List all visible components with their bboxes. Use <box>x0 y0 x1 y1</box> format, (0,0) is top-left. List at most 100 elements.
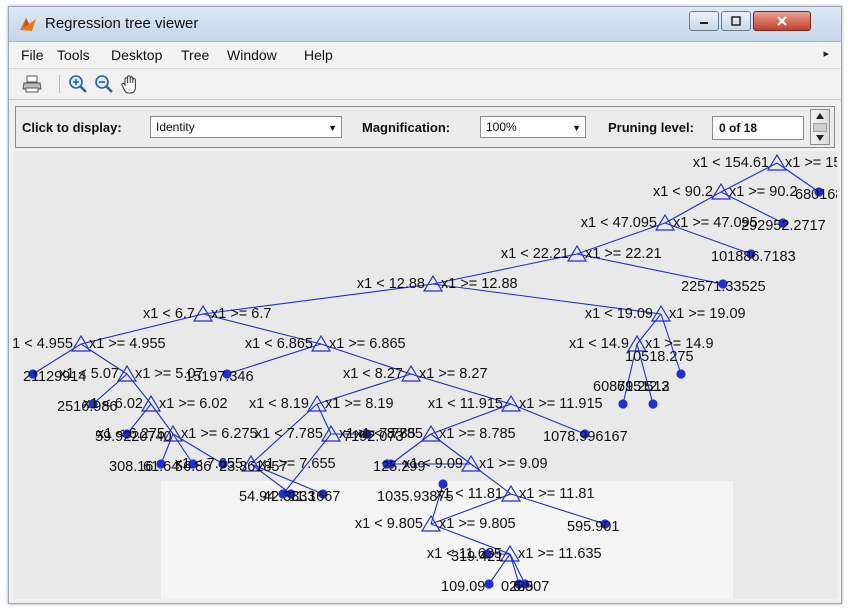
menu-tree[interactable]: Tree <box>181 47 209 63</box>
display-label: Click to display: <box>22 120 122 135</box>
matlab-app-icon <box>20 18 36 31</box>
split-left-label: x1 < 11.915 <box>428 396 503 412</box>
menu-desktop[interactable]: Desktop <box>111 47 162 63</box>
leaf-value-label: 21129914 <box>23 369 86 385</box>
menu-tools[interactable]: Tools <box>57 47 90 63</box>
split-right-label: x1 >= 9.805 <box>439 516 516 532</box>
display-select-value: Identity <box>156 120 195 134</box>
leaf-value-label: 101886.7183 <box>711 249 796 265</box>
pruning-level-value: 0 of 18 <box>719 121 758 135</box>
minimize-button[interactable] <box>689 11 719 31</box>
menu-window[interactable]: Window <box>227 47 277 63</box>
split-left-label: x1 < 6.865 <box>245 336 313 352</box>
pruning-level-field[interactable]: 0 of 18 <box>712 116 804 140</box>
menu-help[interactable]: Help <box>304 47 333 63</box>
close-icon <box>777 16 787 26</box>
leaf-value-label: 1078.996167 <box>543 429 628 445</box>
split-left-label: x1 < 19.09 <box>585 306 653 322</box>
split-right-label: x1 >= 8.27 <box>419 366 488 382</box>
split-right-label: x1 >= 6.865 <box>329 336 406 352</box>
window-title: Regression tree viewer <box>45 15 199 32</box>
leaf-value-label: 61512.2 <box>617 379 669 395</box>
split-right-label: x1 >= 9.09 <box>479 456 548 472</box>
leaf-value-label: 11.1667 <box>289 489 340 505</box>
leaf-value-label: 595.901 <box>567 519 619 535</box>
split-right-label: x1 >= 6.02 <box>159 396 228 412</box>
split-right-label: x1 >= 8.19 <box>325 396 394 412</box>
pan-hand-icon[interactable] <box>119 73 141 95</box>
maximize-icon <box>731 16 741 26</box>
zoom-out-icon[interactable] <box>93 73 115 95</box>
split-left-label: x1 < 90.2 <box>653 184 713 200</box>
spinner-down-arrow-icon[interactable] <box>811 132 829 144</box>
pruning-level-spinner[interactable] <box>810 109 830 145</box>
spinner-thumb[interactable] <box>813 123 827 132</box>
split-right-label: x1 >= 22.21 <box>585 246 662 262</box>
menu-overflow-arrow-icon[interactable]: ▸ <box>823 47 829 60</box>
zoom-in-icon[interactable] <box>67 73 89 95</box>
tree-canvas[interactable]: x1 < 154.61 x1 >= 154.61 x1 < 90.2 x1 >= 90… <box>13 151 837 599</box>
leaf-value-label: 22571.33525 <box>681 279 766 295</box>
split-right-label: x1 >= 6.7 <box>211 306 271 322</box>
split-right-label: x1 >= 19.09 <box>669 306 746 322</box>
leaf-value-label: 319.421 <box>451 549 503 565</box>
chevron-down-icon: ▼ <box>572 123 581 133</box>
split-left-label: x1 < 8.19 <box>249 396 309 412</box>
toolbar-separator <box>59 75 60 93</box>
split-left-label: x1 < 8.27 <box>343 366 403 382</box>
regression-tree-viewer-window: Regression tree viewer File Tools Deskto… <box>8 6 842 604</box>
split-left-label: x1 < 154.61 <box>693 155 769 171</box>
maximize-button[interactable] <box>721 11 751 31</box>
minimize-icon <box>700 22 708 24</box>
leaf-value-label: 59.9220740 <box>95 429 172 445</box>
display-control-panel: Click to display: Identity ▼ Magnificati… <box>15 106 835 148</box>
split-right-label: x1 >= 12.88 <box>441 276 518 292</box>
magnification-label: Magnification: <box>362 120 451 135</box>
pruning-level-label: Pruning level: <box>608 120 694 135</box>
leaf-node-dot[interactable] <box>676 369 686 379</box>
split-left-label: x1 < 12.88 <box>357 276 425 292</box>
split-left-label: x1 < 9.805 <box>355 516 423 532</box>
leaf-value-label: 125.299 <box>373 459 425 475</box>
leaf-value-label: 10518.275 <box>625 349 694 365</box>
leaf-value-label: 7192.073 <box>343 429 403 445</box>
leaf-node-dot[interactable] <box>648 399 658 409</box>
tree-diagram[interactable]: x1 < 154.61 x1 >= 154.61 x1 < 90.2 x1 >= 90… <box>13 151 837 599</box>
chevron-down-icon: ▼ <box>328 123 337 133</box>
split-right-label: x1 >= 11.635 <box>518 546 602 562</box>
magnification-select[interactable]: 100% ▼ <box>480 116 586 138</box>
leaf-value-label: 15197.346 <box>185 369 254 385</box>
leaf-value-label: 1035.93875 <box>377 489 454 505</box>
print-icon[interactable] <box>21 73 43 95</box>
display-select[interactable]: Identity ▼ <box>150 116 342 138</box>
leaf-value-label: 2516.986 <box>57 399 117 415</box>
menu-file[interactable]: File <box>21 47 44 63</box>
split-right-label: x1 >= 6.275 <box>181 426 258 442</box>
split-left-label: x1 < 6.7 <box>143 306 195 322</box>
leaf-value-label: 109.09 <box>441 579 485 595</box>
split-right-label: x1 >= 90.2 <box>729 184 798 200</box>
split-right-label: x1 >= 11.81 <box>519 486 595 502</box>
leaf-value-label: 56.86 <box>175 459 211 475</box>
split-left-label: x1 < 22.21 <box>501 246 569 262</box>
split-right-label: x1 >= 4.955 <box>89 336 166 352</box>
toolbar <box>9 69 841 100</box>
leaf-node-dot[interactable] <box>484 579 494 589</box>
leaf-value-label: 6.907 <box>513 579 549 595</box>
magnification-select-value: 100% <box>486 120 517 134</box>
leaf-value-label: 292952.2717 <box>741 218 826 234</box>
split-right-label: x1 >= 8.785 <box>439 426 516 442</box>
menu-bar: File Tools Desktop Tree Window Help ▸ <box>9 42 841 69</box>
split-left-label: x1 < 7.785 <box>255 426 323 442</box>
leaf-value-label: 61.64 <box>143 459 179 475</box>
split-right-label: x1 >= 154.61 <box>785 155 837 171</box>
leaf-node-dot[interactable] <box>618 399 628 409</box>
close-button[interactable] <box>753 11 811 31</box>
split-left-label: x1 < 14.9 <box>569 336 629 352</box>
split-left-label: x1 < 4.955 <box>13 336 73 352</box>
title-bar[interactable]: Regression tree viewer <box>9 7 841 42</box>
split-left-label: x1 < 47.095 <box>581 215 657 231</box>
split-right-label: x1 >= 11.915 <box>519 396 603 412</box>
leaf-value-label: 680168.13 <box>795 187 837 203</box>
spinner-up-arrow-icon[interactable] <box>811 110 829 122</box>
